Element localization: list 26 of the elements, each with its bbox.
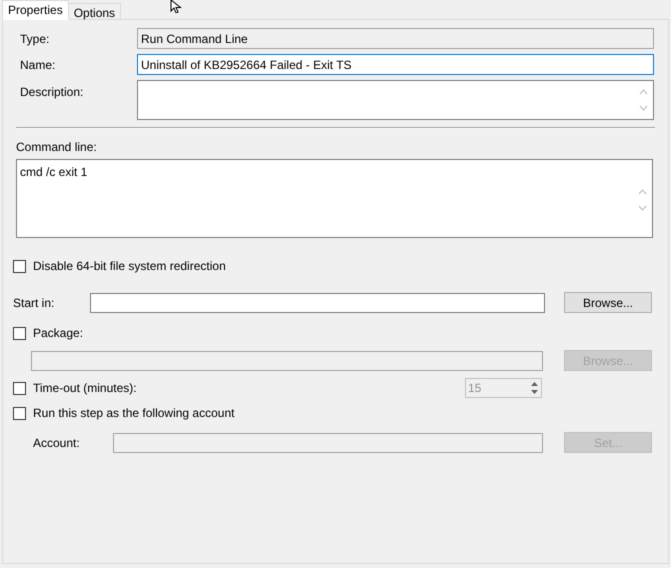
- checkbox-label: Package:: [33, 325, 84, 342]
- scroll-arrows-icon: [639, 87, 648, 113]
- checkbox[interactable]: [13, 406, 26, 420]
- field-label: Name:: [20, 57, 56, 74]
- mouse-pointer-icon: [170, 0, 183, 13]
- scroll-arrows-icon: [638, 187, 647, 213]
- tab[interactable]: Properties: [2, 0, 69, 20]
- account-field[interactable]: [113, 432, 543, 452]
- checkbox-label: Run this step as the following account: [33, 405, 234, 422]
- field-label: Start in:: [13, 294, 56, 312]
- command-line-field[interactable]: cmd /c exit 1: [16, 159, 653, 238]
- checkbox-label: Time-out (minutes):: [33, 380, 137, 397]
- name-field[interactable]: Uninstall of KB2952664 Failed - Exit TS: [137, 54, 654, 75]
- start-in-field[interactable]: [90, 292, 545, 312]
- description-field[interactable]: [137, 80, 654, 120]
- field-label: Account:: [33, 434, 81, 452]
- spinner-value: 15: [468, 380, 482, 397]
- field-label: Command line:: [16, 139, 98, 156]
- checkbox-label: Disable 64-bit file system redirection: [33, 258, 226, 275]
- browse-button[interactable]: Browse...: [564, 292, 652, 313]
- tab[interactable]: Options: [68, 3, 122, 20]
- package-field[interactable]: [31, 350, 543, 370]
- field-label: Type:: [20, 31, 50, 48]
- checkbox[interactable]: [13, 260, 26, 272]
- field-label: Description:: [20, 84, 84, 101]
- command-text: cmd /c exit 1: [20, 164, 88, 178]
